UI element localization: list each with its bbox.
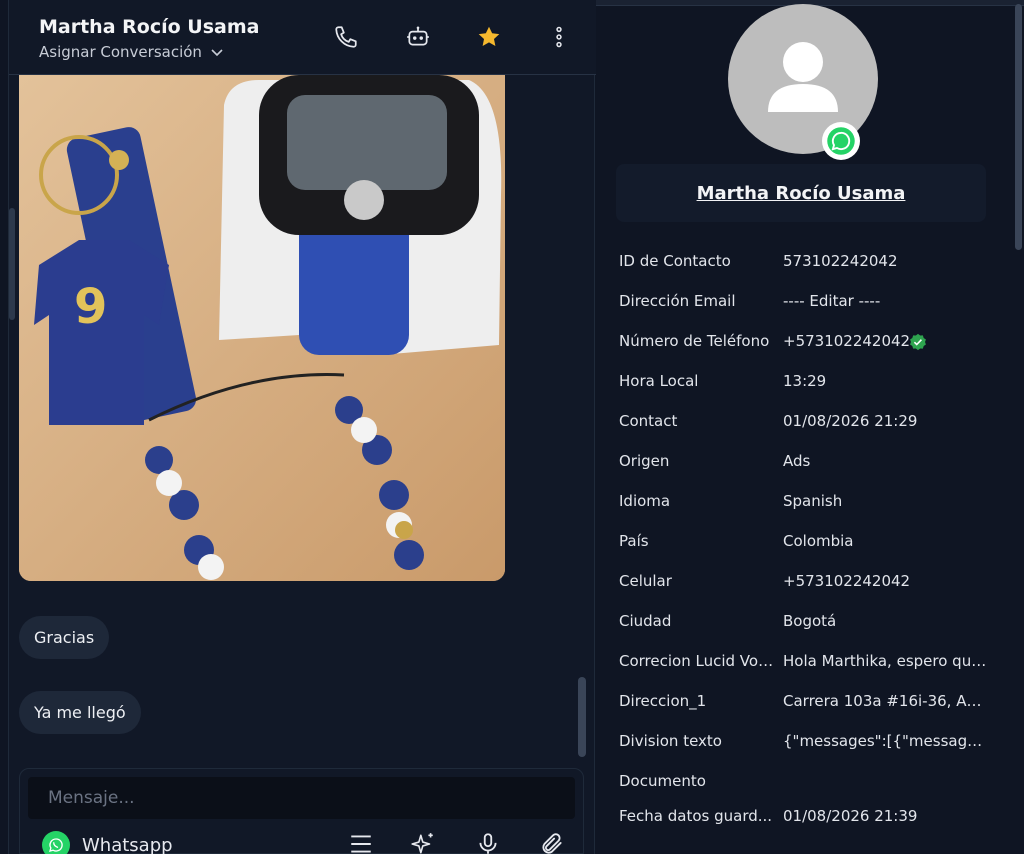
field-value[interactable]: 01/08/2026 21:29 bbox=[783, 412, 989, 430]
field-value[interactable]: Spanish bbox=[783, 492, 989, 510]
microphone-icon[interactable] bbox=[473, 829, 503, 854]
field-label: Direccion_1 bbox=[619, 692, 707, 710]
more-vertical-icon[interactable] bbox=[544, 22, 574, 52]
field-label: Ciudad bbox=[619, 612, 672, 630]
whatsapp-icon bbox=[42, 831, 70, 854]
svg-text:9: 9 bbox=[74, 279, 107, 335]
field-value[interactable]: Hola Marthika, espero que... bbox=[783, 652, 989, 670]
image-message[interactable]: 9 bbox=[19, 75, 505, 581]
field-label: Fecha datos guard... bbox=[619, 807, 773, 825]
phone-icon[interactable] bbox=[331, 22, 361, 52]
field-value[interactable]: 13:29 bbox=[783, 372, 989, 390]
field-row: Direccion_1 Carrera 103a #16i-36, Apt... bbox=[619, 682, 1019, 722]
chat-pane: Martha Rocío Usama Asignar Conversación bbox=[8, 0, 596, 854]
field-row: Celular +573102242042 bbox=[619, 562, 1019, 602]
field-value[interactable]: Carrera 103a #16i-36, Apt... bbox=[783, 692, 989, 710]
field-value[interactable]: ---- Editar ---- bbox=[783, 292, 989, 310]
field-value[interactable]: Ads bbox=[783, 452, 989, 470]
whatsapp-badge-icon bbox=[822, 122, 860, 160]
sparkles-icon[interactable] bbox=[408, 829, 438, 854]
star-icon[interactable] bbox=[474, 22, 504, 52]
bot-icon[interactable] bbox=[403, 22, 433, 52]
field-row: País Colombia bbox=[619, 522, 1019, 562]
message-bubble[interactable]: Gracias bbox=[19, 616, 110, 659]
field-row: ID de Contacto 573102242042 bbox=[619, 242, 1019, 282]
field-label: Hora Local bbox=[619, 372, 699, 390]
contact-details-panel: Martha Rocío Usama ID de Contacto 573102… bbox=[596, 0, 1024, 854]
product-photo: 9 bbox=[19, 75, 505, 581]
field-label: Idioma bbox=[619, 492, 671, 510]
field-row: Division texto {"messages":[{"message":{… bbox=[619, 722, 1019, 762]
field-row: Ciudad Bogotá bbox=[619, 602, 1019, 642]
field-label: Dirección Email bbox=[619, 292, 736, 310]
field-row: Documento bbox=[619, 762, 1019, 802]
message-composer: Whatsapp bbox=[19, 768, 584, 854]
app-window: Martha Rocío Usama Asignar Conversación bbox=[0, 0, 1024, 854]
sidebar-scrollbar[interactable] bbox=[9, 208, 15, 320]
chevron-down-icon bbox=[211, 49, 223, 57]
field-row: Número de Teléfono +573102242042 bbox=[619, 322, 1019, 362]
field-label: Correcion Lucid Voice bbox=[619, 652, 774, 670]
field-label: ID de Contacto bbox=[619, 252, 731, 270]
field-row: Contact 01/08/2026 21:29 bbox=[619, 402, 1019, 442]
field-value[interactable]: Colombia bbox=[783, 532, 989, 550]
chat-scrollbar[interactable] bbox=[578, 677, 586, 757]
chat-header: Martha Rocío Usama Asignar Conversación bbox=[9, 0, 596, 75]
message-input[interactable] bbox=[28, 777, 575, 819]
field-label: País bbox=[619, 532, 649, 550]
field-label: Número de Teléfono bbox=[619, 332, 770, 350]
field-label: Documento bbox=[619, 772, 706, 790]
channel-selector[interactable]: Whatsapp bbox=[42, 831, 173, 854]
field-row: Origen Ads bbox=[619, 442, 1019, 482]
contact-name-card[interactable]: Martha Rocío Usama bbox=[616, 164, 986, 222]
field-row: Dirección Email ---- Editar ---- bbox=[619, 282, 1019, 322]
field-row: Idioma Spanish bbox=[619, 482, 1019, 522]
field-value[interactable]: 573102242042 bbox=[783, 252, 989, 270]
field-row: Fecha datos guard... 01/08/2026 21:39 bbox=[619, 797, 1019, 837]
paperclip-icon[interactable] bbox=[537, 829, 567, 854]
field-label: Contact bbox=[619, 412, 678, 430]
field-value[interactable]: {"messages":[{"message":{... bbox=[783, 732, 989, 750]
field-label: Celular bbox=[619, 572, 672, 590]
assign-conversation-dropdown[interactable]: Asignar Conversación bbox=[39, 43, 224, 61]
field-row: Correcion Lucid Voice Hola Marthika, esp… bbox=[619, 642, 1019, 682]
message-bubble[interactable]: Ya me llegó bbox=[19, 691, 141, 734]
field-label: Division texto bbox=[619, 732, 722, 750]
menu-icon[interactable] bbox=[346, 829, 376, 854]
field-value[interactable]: 01/08/2026 21:39 bbox=[783, 807, 989, 825]
assign-label: Asignar Conversación bbox=[39, 43, 202, 61]
channel-label: Whatsapp bbox=[82, 834, 173, 854]
field-label: Origen bbox=[619, 452, 670, 470]
field-row: Hora Local 13:29 bbox=[619, 362, 1019, 402]
contact-name-link[interactable]: Martha Rocío Usama bbox=[697, 183, 906, 204]
field-value[interactable]: +573102242042 bbox=[783, 572, 989, 590]
verified-check-icon bbox=[910, 333, 926, 351]
field-value[interactable]: +573102242042 bbox=[783, 332, 989, 350]
panel-scrollbar[interactable] bbox=[1015, 4, 1022, 250]
contact-name[interactable]: Martha Rocío Usama bbox=[39, 16, 259, 38]
field-value[interactable]: Bogotá bbox=[783, 612, 989, 630]
